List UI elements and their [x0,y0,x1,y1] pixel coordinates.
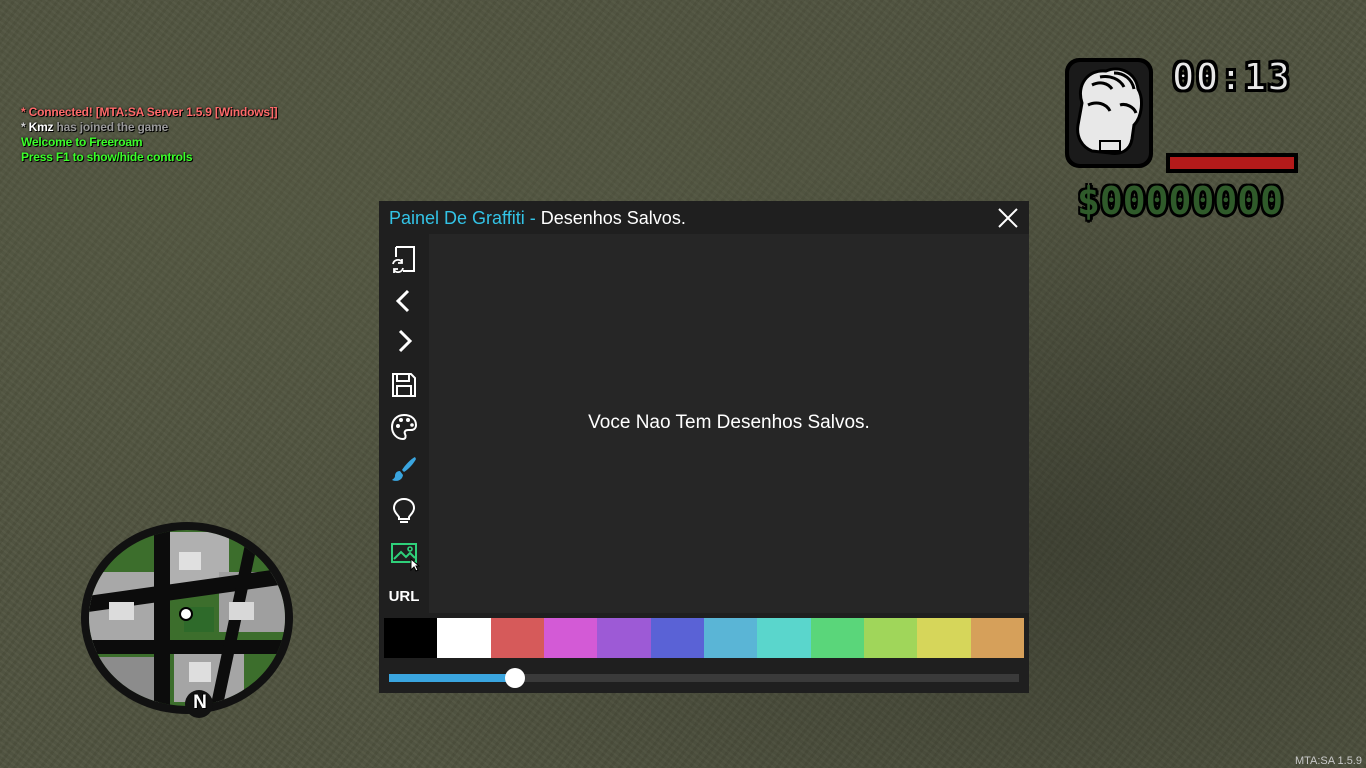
mouse-cursor-icon [410,558,420,572]
chevron-left-icon [395,289,410,313]
health-bar [1166,153,1298,173]
minimap: N [79,522,295,718]
game-scene: * Connected! [MTA:SA Server 1.5.9 [Windo… [0,0,1366,768]
graffiti-panel: Painel De Graffiti - Desenhos Salvos. UR… [379,201,1029,693]
color-swatch[interactable] [810,618,864,658]
panel-title-main: Painel De Graffiti - [389,208,541,228]
fist-icon [1062,55,1156,171]
color-swatch[interactable] [543,618,598,658]
color-swatch[interactable] [970,618,1024,658]
chat-player-name: Kmz [28,120,54,134]
color-swatch[interactable] [863,618,918,658]
chat-join-text: has joined the game [53,120,169,134]
panel-sidebar: URL [379,234,429,613]
empty-message: Voce Nao Tem Desenhos Salvos. [588,412,870,433]
color-swatch[interactable] [384,618,438,658]
url-label: URL [388,587,420,605]
light-button[interactable] [389,496,419,526]
chevron-right-icon [398,329,413,353]
palette-button[interactable] [389,412,419,442]
minimap-north-label: N [193,692,207,713]
color-swatch[interactable] [597,618,651,658]
save-button[interactable] [389,370,419,400]
chat-star: * [21,120,29,134]
saved-drawings-area: Voce Nao Tem Desenhos Salvos. [429,234,1029,613]
palette-icon [390,413,418,441]
color-swatch[interactable] [437,618,491,658]
chat-line-connected: * Connected! [MTA:SA Server 1.5.9 [Windo… [21,105,278,119]
slider-handle[interactable] [505,668,525,688]
url-button[interactable]: URL [388,581,420,611]
chat-box: * Connected! [MTA:SA Server 1.5.9 [Windo… [21,105,278,165]
chat-line-join: * Kmz has joined the game [21,120,277,135]
color-palette [384,618,1024,658]
color-swatch[interactable] [757,618,811,658]
health-bar-fill [1170,157,1294,169]
chat-line-help: Press F1 to show/hide controls [21,150,193,164]
version-label: MTA:SA 1.5.9 [1294,755,1362,767]
refresh-button[interactable] [389,244,419,274]
game-clock: 00:13 [1171,54,1292,100]
close-button[interactable] [996,206,1020,230]
panel-title-section: Desenhos Salvos. [540,208,686,228]
lightbulb-icon [392,497,416,523]
color-swatch[interactable] [917,618,971,658]
money-counter: $00000000 [1077,179,1283,223]
next-button[interactable] [389,326,419,356]
close-icon [998,208,1018,228]
chat-line-welcome: Welcome to Freeroam [21,135,143,149]
brush-icon [392,457,416,481]
color-swatch[interactable] [650,618,704,658]
brush-button[interactable] [389,454,419,484]
slider-fill [389,674,515,682]
panel-header: Painel De Graffiti - Desenhos Salvos. [379,201,1029,234]
refresh-document-icon [392,246,415,273]
color-swatch[interactable] [490,618,544,658]
save-icon [392,373,416,397]
previous-button[interactable] [389,286,419,316]
panel-title: Painel De Graffiti - Desenhos Salvos. [389,207,686,229]
brush-size-slider[interactable] [389,668,1019,688]
color-swatch[interactable] [703,618,758,658]
